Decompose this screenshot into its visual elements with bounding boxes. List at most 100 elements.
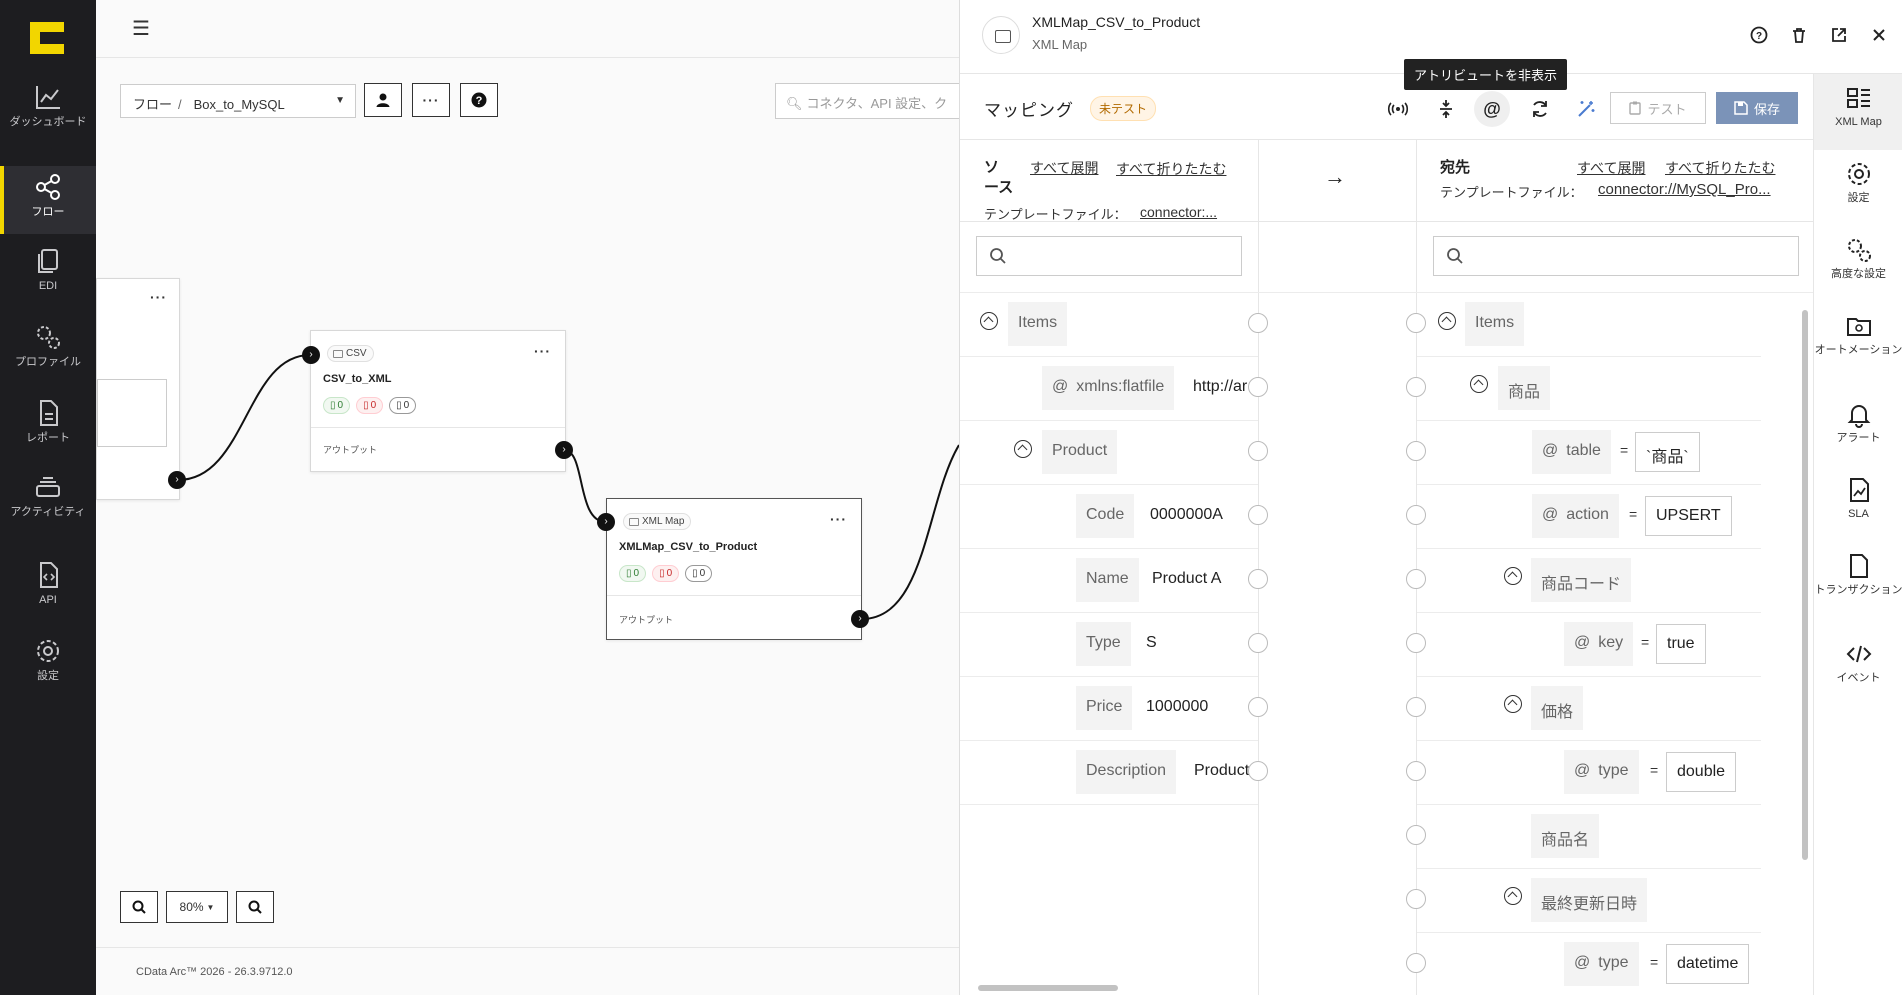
input-port[interactable]: › <box>597 513 615 531</box>
auto-map-button[interactable] <box>1568 91 1604 127</box>
error-count-badge[interactable]: ▯ 0 <box>652 565 680 582</box>
dest-node-product[interactable]: 商品 <box>1498 366 1551 410</box>
source-field-type[interactable]: Type <box>1076 622 1131 666</box>
dest-node-last-updated[interactable]: 最終更新日時 <box>1531 878 1648 922</box>
dest-expand-all-link[interactable]: すべて展開 <box>1577 158 1645 178</box>
collapse-icon[interactable] <box>1504 567 1522 585</box>
node-menu-icon[interactable]: ··· <box>150 289 167 305</box>
flow-node-xmlmap[interactable]: XML Map ··· XMLMap_CSV_to_Product ▯ 0 ▯ 0 … <box>606 498 862 640</box>
zoom-in-button[interactable] <box>120 891 158 923</box>
node-menu-icon[interactable]: ··· <box>830 511 847 527</box>
dest-template-link[interactable]: connector://MySQL_Pro... <box>1598 181 1771 198</box>
dest-attr-type[interactable]: @ type <box>1564 750 1639 794</box>
tab-alerts[interactable]: アラート <box>1814 390 1902 466</box>
input-port[interactable]: › <box>302 346 320 364</box>
tab-transactions[interactable]: トランザクション <box>1814 542 1902 618</box>
dest-connector-dot[interactable] <box>1406 889 1426 909</box>
close-icon[interactable] <box>1868 24 1890 46</box>
collapse-icon[interactable] <box>1438 312 1456 330</box>
collapse-icon[interactable] <box>1470 375 1488 393</box>
dest-connector-dot[interactable] <box>1406 377 1426 397</box>
tab-sla[interactable]: SLA <box>1814 466 1902 542</box>
dest-connector-dot[interactable] <box>1406 505 1426 525</box>
source-connector-dot[interactable] <box>1248 633 1268 653</box>
tab-xml-map[interactable]: XML Map <box>1814 74 1902 150</box>
source-field-description[interactable]: Description <box>1076 750 1177 794</box>
output-port[interactable]: › <box>851 610 869 628</box>
flow-canvas[interactable]: ☰ フロー / Box_to_MySQL ▼ ··· ? 🔍︎ コネクタ、API 設定… <box>96 0 975 995</box>
dest-connector-dot[interactable] <box>1406 825 1426 845</box>
source-connector-dot[interactable] <box>1248 505 1268 525</box>
source-node-product[interactable]: Product <box>1042 430 1118 474</box>
refresh-button[interactable] <box>1522 91 1558 127</box>
dest-node-price[interactable]: 価格 <box>1531 686 1584 730</box>
dest-node-product-code[interactable]: 商品コード <box>1531 558 1632 602</box>
zoom-level-select[interactable]: 80% ▼ <box>166 891 228 923</box>
dest-attr-key[interactable]: @ key <box>1564 622 1634 666</box>
dest-search-input[interactable] <box>1433 236 1799 276</box>
source-node-items[interactable]: Items <box>1008 302 1068 346</box>
flow-node-csv[interactable]: CSV ··· CSV_to_XML ▯ 0 ▯ 0 ▯ 0 アウトプット <box>310 330 566 472</box>
dest-connector-dot[interactable] <box>1406 697 1426 717</box>
collapse-icon[interactable] <box>1014 440 1032 458</box>
collapse-vertical-button[interactable] <box>1428 91 1464 127</box>
dest-attr-type-datetime[interactable]: @ type <box>1564 942 1639 986</box>
success-count-badge[interactable]: ▯ 0 <box>619 565 647 582</box>
dest-attr-value[interactable]: datetime <box>1666 944 1750 984</box>
success-count-badge[interactable]: ▯ 0 <box>323 397 351 414</box>
dest-attr-table[interactable]: @ table <box>1532 430 1611 474</box>
tab-advanced-settings[interactable]: 高度な設定 <box>1814 226 1902 302</box>
output-port[interactable]: › <box>555 441 573 459</box>
dest-connector-dot[interactable] <box>1406 633 1426 653</box>
dest-node-product-name[interactable]: 商品名 <box>1531 814 1600 858</box>
dest-attr-action[interactable]: @ action <box>1532 494 1619 538</box>
source-connector-dot[interactable] <box>1248 377 1268 397</box>
dest-attr-value[interactable]: double <box>1666 752 1737 792</box>
source-connector-dot[interactable] <box>1248 441 1268 461</box>
vertical-scrollbar[interactable] <box>1801 310 1809 995</box>
dest-collapse-all-link[interactable]: すべて折りたたむ <box>1665 158 1775 178</box>
help-icon[interactable]: ? <box>1748 24 1770 46</box>
zoom-out-button[interactable] <box>236 891 274 923</box>
dest-attr-value[interactable]: `商品` <box>1635 432 1700 472</box>
external-link-icon[interactable] <box>1828 24 1850 46</box>
nav-item-settings[interactable]: 設定 <box>0 636 96 704</box>
broadcast-button[interactable] <box>1380 91 1416 127</box>
nav-item-profile[interactable]: プロファイル <box>0 322 96 390</box>
collapse-icon[interactable] <box>980 312 998 330</box>
cdata-logo[interactable] <box>30 22 64 54</box>
nav-item-activity[interactable]: アクティビティ <box>0 472 96 540</box>
output-port[interactable]: › <box>168 471 186 489</box>
pending-count-badge[interactable]: ▯ 0 <box>685 565 713 582</box>
error-count-badge[interactable]: ▯ 0 <box>356 397 384 414</box>
dest-connector-dot[interactable] <box>1406 313 1426 333</box>
hide-attributes-button[interactable]: @ <box>1474 91 1510 127</box>
tab-events[interactable]: イベント <box>1814 630 1902 706</box>
horizontal-scrollbar[interactable] <box>966 984 1252 992</box>
source-connector-dot[interactable] <box>1248 313 1268 333</box>
dest-node-items[interactable]: Items <box>1465 302 1525 346</box>
collapse-icon[interactable] <box>1504 887 1522 905</box>
nav-item-edi[interactable]: EDI <box>0 246 96 314</box>
dest-attr-value[interactable]: true <box>1656 624 1706 664</box>
node-menu-icon[interactable]: ··· <box>534 343 551 359</box>
source-template-link[interactable]: connector:... <box>1140 204 1217 220</box>
tab-settings[interactable]: 設定 <box>1814 150 1902 226</box>
trash-icon[interactable] <box>1788 24 1810 46</box>
dest-connector-dot[interactable] <box>1406 441 1426 461</box>
nav-item-api[interactable]: API <box>0 560 96 628</box>
source-search-input[interactable] <box>976 236 1242 276</box>
source-expand-all-link[interactable]: すべて展開 <box>1030 158 1098 178</box>
dest-connector-dot[interactable] <box>1406 569 1426 589</box>
source-connector-dot[interactable] <box>1248 761 1268 781</box>
source-field-name[interactable]: Name <box>1076 558 1139 602</box>
source-connector-dot[interactable] <box>1248 569 1268 589</box>
dest-connector-dot[interactable] <box>1406 953 1426 973</box>
nav-item-dashboard[interactable]: ダッシュボード <box>0 82 96 150</box>
collapse-icon[interactable] <box>1504 695 1522 713</box>
source-connector-dot[interactable] <box>1248 697 1268 717</box>
tab-automation[interactable]: オートメーション <box>1814 302 1902 378</box>
source-collapse-all-link[interactable]: すべて折りたたむ <box>1116 158 1232 180</box>
dest-connector-dot[interactable] <box>1406 761 1426 781</box>
source-field-code[interactable]: Code <box>1076 494 1135 538</box>
